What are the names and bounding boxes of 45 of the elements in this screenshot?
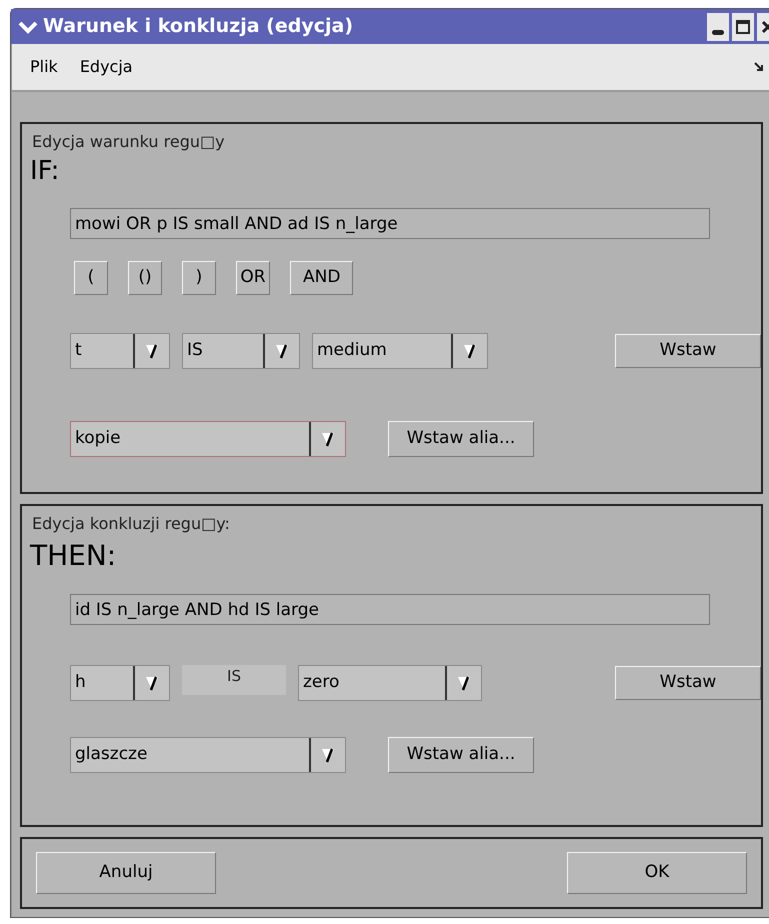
insert-alias-button[interactable]: Wstaw alia... (388, 421, 534, 457)
operator-button[interactable]: () (128, 261, 162, 295)
cancel-button[interactable]: Anuluj (36, 852, 216, 894)
dropdown[interactable]: IS (182, 333, 300, 369)
maximize-button[interactable] (732, 12, 754, 40)
expression-field[interactable]: mowi OR p IS small AND ad IS n_large (70, 208, 710, 239)
dropdown-value: medium (316, 339, 388, 362)
dropdown-value: zero (302, 671, 340, 694)
menu-item[interactable]: Plik (30, 55, 58, 79)
expression-field[interactable]: id IS n_large AND hd IS large (70, 594, 710, 625)
minimize-button[interactable] (707, 12, 729, 40)
dropdown-value: IS (186, 339, 204, 362)
ok-button[interactable]: OK (567, 852, 747, 894)
group-legend: Edycja konkluzji regu□y: (32, 512, 230, 536)
arrow-icon[interactable] (754, 62, 764, 72)
dropdown-value: kopie (74, 427, 122, 450)
dropdown[interactable]: kopie (70, 421, 346, 457)
dropdown[interactable]: h (70, 665, 170, 701)
menu-item[interactable]: Edycja (80, 55, 133, 79)
insert-button[interactable]: Wstaw (615, 334, 761, 368)
operator-button[interactable]: AND (290, 261, 354, 295)
dropdown-arrow-icon (463, 342, 477, 360)
operator-button[interactable]: ( (74, 261, 108, 295)
dropdown-arrow-icon (321, 746, 335, 764)
dropdown[interactable]: medium (312, 333, 488, 369)
dropdown-arrow-icon (145, 674, 159, 692)
group-legend: Edycja warunku regu□y (32, 130, 225, 154)
operator-button[interactable]: ) (182, 261, 216, 295)
window-title: Warunek i konkluzja (edycja) (43, 14, 354, 40)
dropdown-arrow-icon (275, 342, 289, 360)
dropdown-value: h (74, 671, 87, 694)
keyword-label: THEN: (30, 542, 116, 570)
dropdown-value: t (74, 339, 83, 362)
dropdown-arrow-icon (145, 342, 159, 360)
dropdown[interactable]: t (70, 333, 170, 369)
dropdown-arrow-icon (321, 430, 335, 448)
keyword-label: IF: (30, 158, 60, 184)
operator-button[interactable]: OR (236, 261, 270, 295)
insert-button[interactable]: Wstaw (615, 666, 761, 700)
dropdown-arrow-icon (457, 674, 471, 692)
operator-label: IS (182, 665, 286, 695)
insert-alias-button[interactable]: Wstaw alia... (388, 737, 534, 773)
dropdown-value: glaszcze (74, 743, 148, 766)
dropdown[interactable]: zero (298, 665, 482, 701)
dropdown[interactable]: glaszcze (70, 737, 346, 773)
